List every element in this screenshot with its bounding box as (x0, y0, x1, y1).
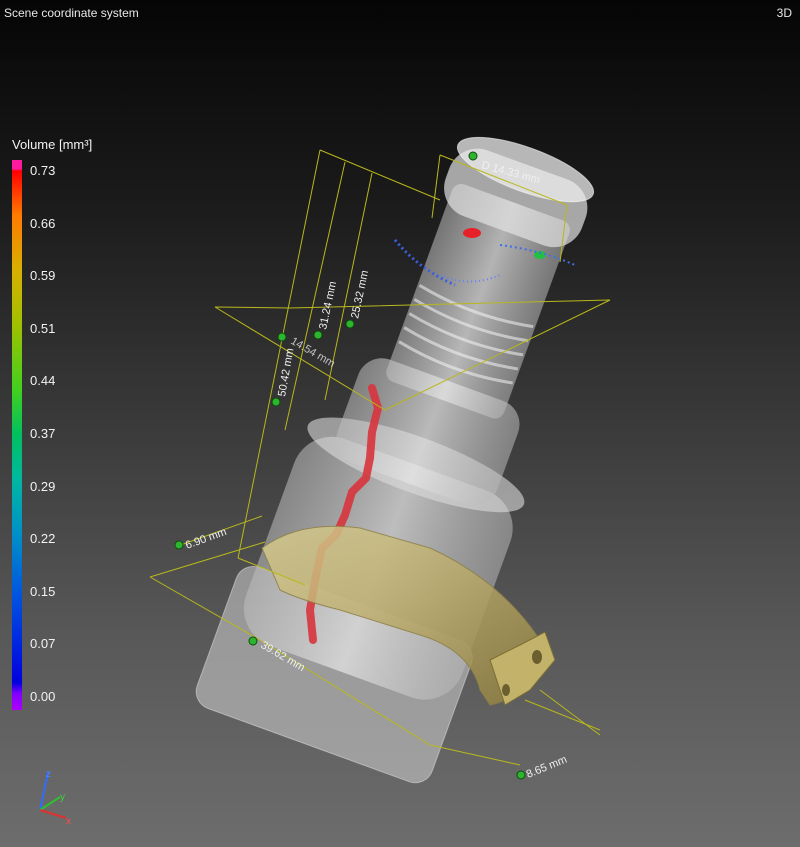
axis-triad: z y x (39, 769, 71, 827)
width-label-4: 8.65 mm (525, 754, 569, 781)
height-label-2: 31.24 mm (317, 280, 339, 330)
axis-y-label: y (60, 792, 65, 803)
axis-x-label: x (66, 816, 71, 827)
axis-z-label: z (46, 769, 51, 780)
scanned-part[interactable] (191, 104, 644, 788)
3d-viewport[interactable]: D 14.33 mm 50.42 mm 31.24 mm 25.32 mm 14… (0, 0, 800, 847)
width-label-2: 6.90 mm (184, 526, 228, 552)
height-label-3: 25.32 mm (349, 269, 371, 319)
